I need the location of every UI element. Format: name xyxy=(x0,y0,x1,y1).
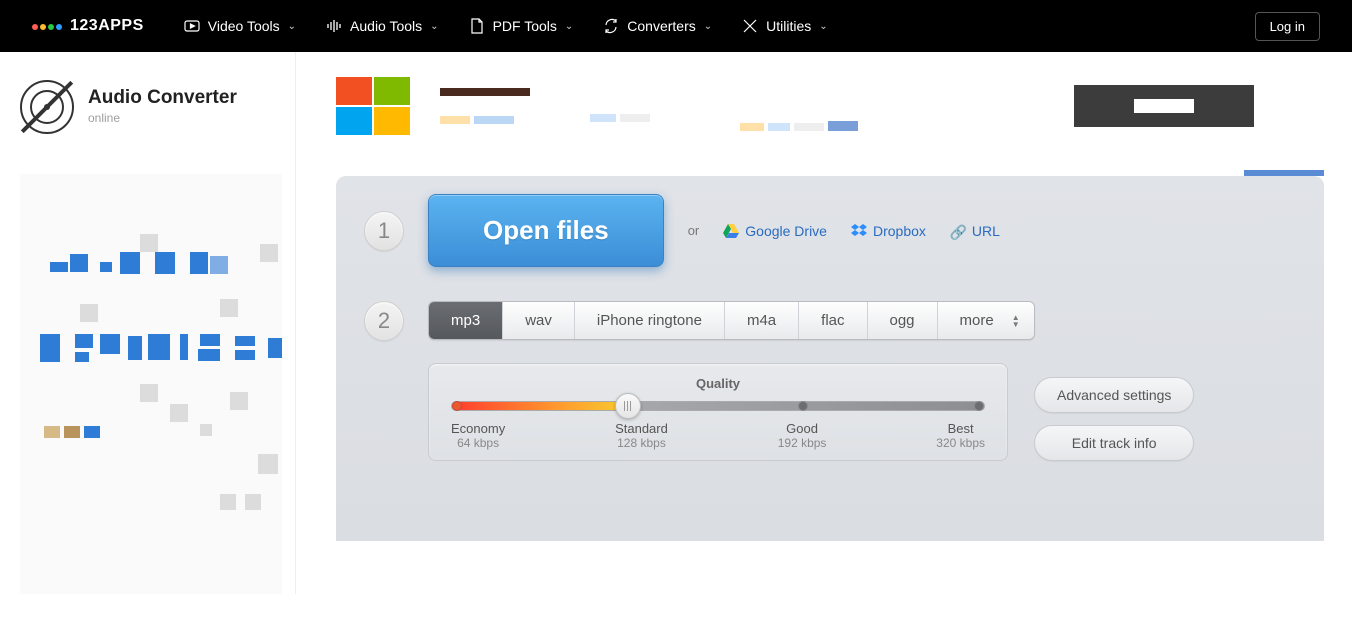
pdf-icon xyxy=(469,18,485,34)
nav-label: Converters xyxy=(627,18,695,34)
updown-icon: ▲▼ xyxy=(1012,314,1020,328)
slider-handle[interactable] xyxy=(615,393,641,419)
format-tab-flac[interactable]: flac xyxy=(799,302,867,339)
format-tab-m4a[interactable]: m4a xyxy=(725,302,799,339)
app-title-block: Audio Converter online xyxy=(20,80,295,134)
q-best-rate: 320 kbps xyxy=(936,436,985,450)
q-standard-rate: 128 kbps xyxy=(615,436,668,450)
nav-utilities[interactable]: Utilities ⌄ xyxy=(742,18,828,34)
open-files-button[interactable]: Open files xyxy=(428,194,664,267)
quality-labels: Economy64 kbps Standard128 kbps Good192 … xyxy=(451,421,985,450)
chevron-down-icon: ⌄ xyxy=(819,21,827,32)
app-subtitle: online xyxy=(88,111,120,125)
q-good: Good xyxy=(786,421,818,436)
logo-dots-icon xyxy=(32,17,64,35)
link-icon: 🔗 xyxy=(950,224,966,238)
edit-track-info-button[interactable]: Edit track info xyxy=(1034,425,1194,461)
dropbox-icon xyxy=(851,224,867,238)
chevron-down-icon: ⌄ xyxy=(288,21,296,32)
source-url[interactable]: 🔗 URL xyxy=(950,223,1000,239)
quality-box: Quality Economy64 kbps Standard128 kbps … xyxy=(428,363,1008,461)
nav-label: Audio Tools xyxy=(350,18,422,34)
audio-icon xyxy=(326,18,342,34)
login-button[interactable]: Log in xyxy=(1255,12,1320,41)
quality-title: Quality xyxy=(451,376,985,391)
nav-video-tools[interactable]: Video Tools ⌄ xyxy=(184,18,296,34)
brand-text: 123APPS xyxy=(70,17,144,35)
advanced-settings-button[interactable]: Advanced settings xyxy=(1034,377,1194,413)
chevron-down-icon: ⌄ xyxy=(565,21,573,32)
chevron-down-icon: ⌄ xyxy=(704,21,712,32)
converter-panel: 1 Open files or Google Drive Dropbox 🔗 U… xyxy=(336,176,1324,541)
link-label: URL xyxy=(972,223,1000,239)
format-tab-mp3[interactable]: mp3 xyxy=(429,302,503,339)
utilities-icon xyxy=(742,18,758,34)
nav-converters[interactable]: Converters ⌄ xyxy=(603,18,712,34)
link-label: Google Drive xyxy=(745,223,827,239)
top-nav: 123APPS Video Tools ⌄ Audio Tools ⌄ PDF … xyxy=(0,0,1352,52)
nav-label: PDF Tools xyxy=(493,18,557,34)
q-best: Best xyxy=(948,421,974,436)
source-google-drive[interactable]: Google Drive xyxy=(723,223,827,239)
microsoft-logo-icon xyxy=(336,77,410,135)
format-tab-iphone[interactable]: iPhone ringtone xyxy=(575,302,725,339)
q-standard: Standard xyxy=(615,421,668,436)
step-1-row: 1 Open files or Google Drive Dropbox 🔗 U… xyxy=(364,194,1296,267)
disc-icon xyxy=(20,80,74,134)
nav-label: Utilities xyxy=(766,18,811,34)
brand-logo[interactable]: 123APPS xyxy=(32,17,144,35)
step-2-badge: 2 xyxy=(364,301,404,341)
format-tab-ogg[interactable]: ogg xyxy=(868,302,938,339)
format-tab-wav[interactable]: wav xyxy=(503,302,575,339)
q-economy: Economy xyxy=(451,421,505,436)
format-tabs: mp3 wav iPhone ringtone m4a flac ogg mor… xyxy=(428,301,1035,340)
banner-cta[interactable] xyxy=(1074,85,1254,127)
or-text: or xyxy=(688,223,700,238)
top-banner-ad[interactable] xyxy=(336,76,1324,136)
format-tab-more[interactable]: more ▲▼ xyxy=(938,302,1034,339)
nav-audio-tools[interactable]: Audio Tools ⌄ xyxy=(326,18,439,34)
more-label: more xyxy=(960,312,994,329)
gdrive-icon xyxy=(723,224,739,238)
video-icon xyxy=(184,18,200,34)
q-good-rate: 192 kbps xyxy=(778,436,827,450)
app-title: Audio Converter xyxy=(88,87,237,109)
converter-icon xyxy=(603,18,619,34)
quality-slider[interactable] xyxy=(451,401,985,411)
step-2-row: 2 mp3 wav iPhone ringtone m4a flac ogg m… xyxy=(364,301,1296,341)
nav-pdf-tools[interactable]: PDF Tools ⌄ xyxy=(469,18,574,34)
step-1-badge: 1 xyxy=(364,211,404,251)
sidebar-ad[interactable] xyxy=(20,174,282,594)
source-dropbox[interactable]: Dropbox xyxy=(851,223,926,239)
q-economy-rate: 64 kbps xyxy=(451,436,505,450)
nav-label: Video Tools xyxy=(208,18,280,34)
chevron-down-icon: ⌄ xyxy=(430,21,438,32)
link-label: Dropbox xyxy=(873,223,926,239)
